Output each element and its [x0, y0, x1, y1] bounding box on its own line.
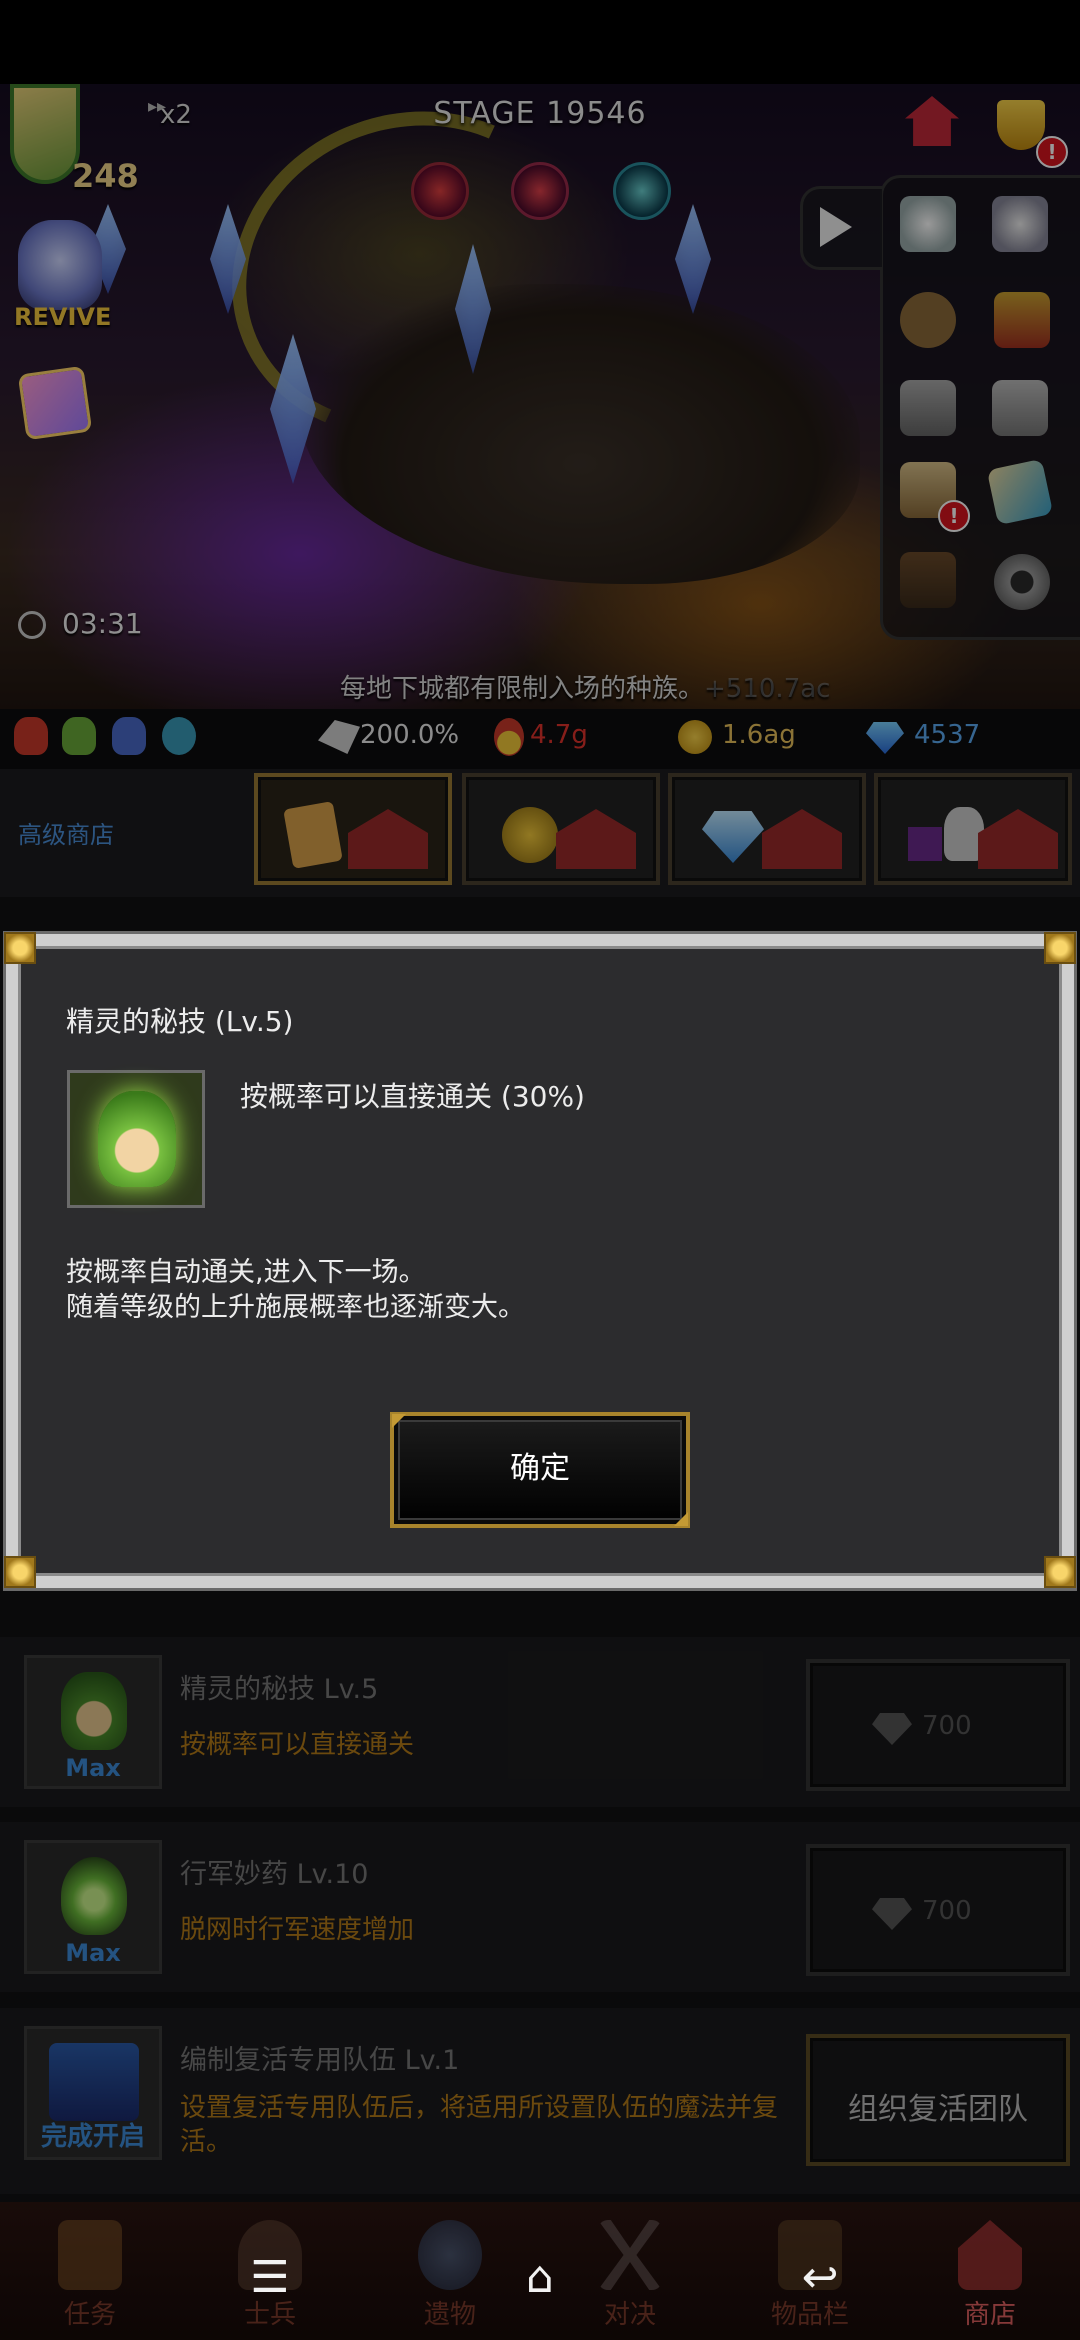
- skill-icon-box: [67, 1070, 205, 1208]
- elf-icon: [98, 1091, 176, 1187]
- dialog-title: 精灵的秘技 (Lv.5): [66, 1005, 294, 1038]
- dialog-desc-line: 随着等级的上升施展概率也逐渐变大。: [66, 1291, 525, 1323]
- dialog-effect: 按概率可以直接通关 (30%): [240, 1080, 585, 1113]
- corner-ornament: [4, 932, 36, 964]
- confirm-button[interactable]: 确定: [390, 1412, 690, 1528]
- dialog-description: 按概率自动通关,进入下一场。 随着等级的上升施展概率也逐渐变大。: [66, 1256, 525, 1325]
- recent-apps-button[interactable]: ☰: [240, 2248, 300, 2308]
- home-button[interactable]: ⌂: [510, 2248, 570, 2308]
- dialog-desc-line: 按概率自动通关,进入下一场。: [66, 1257, 426, 1288]
- back-button[interactable]: ↩: [790, 2248, 850, 2308]
- corner-ornament: [4, 1556, 36, 1588]
- corner-ornament: [1044, 1556, 1076, 1588]
- corner-ornament: [1044, 932, 1076, 964]
